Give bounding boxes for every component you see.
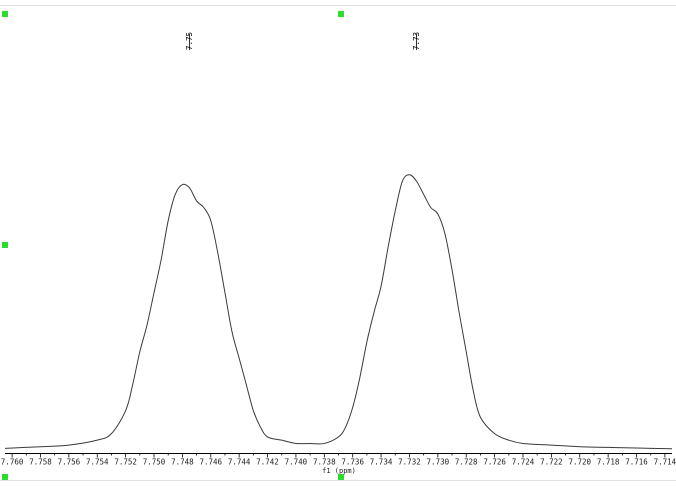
- x-tick-label: 7.718: [597, 458, 620, 467]
- x-tick-label: 7.756: [58, 458, 81, 467]
- x-tick-label: 7.748: [171, 458, 194, 467]
- x-tick-label: 7.752: [114, 458, 137, 467]
- x-tick-label: 7.750: [143, 458, 166, 467]
- x-tick-label: 7.732: [398, 458, 421, 467]
- resize-handle-bottom-left[interactable]: [2, 474, 8, 480]
- x-tick-label: 7.722: [540, 458, 563, 467]
- x-tick-label: 7.730: [427, 458, 450, 467]
- x-tick-label: 7.736: [341, 458, 364, 467]
- x-tick-label: 7.760: [1, 458, 24, 467]
- x-tick-label: 7.724: [512, 458, 535, 467]
- x-tick-label: 7.716: [625, 458, 648, 467]
- peak-label-layer: 7.75 7.73: [185, 32, 421, 50]
- x-tick-label: 7.726: [483, 458, 506, 467]
- spectrum-line: [4, 174, 673, 450]
- x-tick-label: 7.728: [455, 458, 478, 467]
- x-tick-label: 7.714: [654, 458, 676, 467]
- x-tick-label: 7.738: [313, 458, 336, 467]
- nmr-spectrum-chart: 7.75 7.73 7.760 7.758 7.756 7.754 7.752 7.750 7…: [0, 5, 676, 481]
- resize-handle-bottom-center[interactable]: [338, 474, 344, 480]
- x-tick-label: 7.734: [370, 458, 393, 467]
- x-axis-title: f1 (ppm): [322, 467, 356, 475]
- peak-label: 7.73: [412, 32, 421, 50]
- x-tick-label: 7.754: [86, 458, 109, 467]
- resize-handle-top-center[interactable]: [338, 11, 344, 17]
- x-tick-label: 7.744: [228, 458, 251, 467]
- x-tick-label: 7.758: [29, 458, 52, 467]
- x-tick-label: 7.740: [285, 458, 308, 467]
- x-axis-ticks: 7.760 7.758 7.756 7.754 7.752 7.750 7.748 7.746…: [1, 453, 676, 467]
- x-tick-label: 7.720: [568, 458, 591, 467]
- x-tick-label: 7.746: [199, 458, 222, 467]
- x-tick-label: 7.742: [256, 458, 279, 467]
- spectrum-trace-layer: [4, 174, 673, 450]
- peak-label: 7.75: [185, 32, 194, 50]
- resize-handle-top-left[interactable]: [2, 11, 8, 17]
- resize-handle-middle-left[interactable]: [2, 242, 8, 248]
